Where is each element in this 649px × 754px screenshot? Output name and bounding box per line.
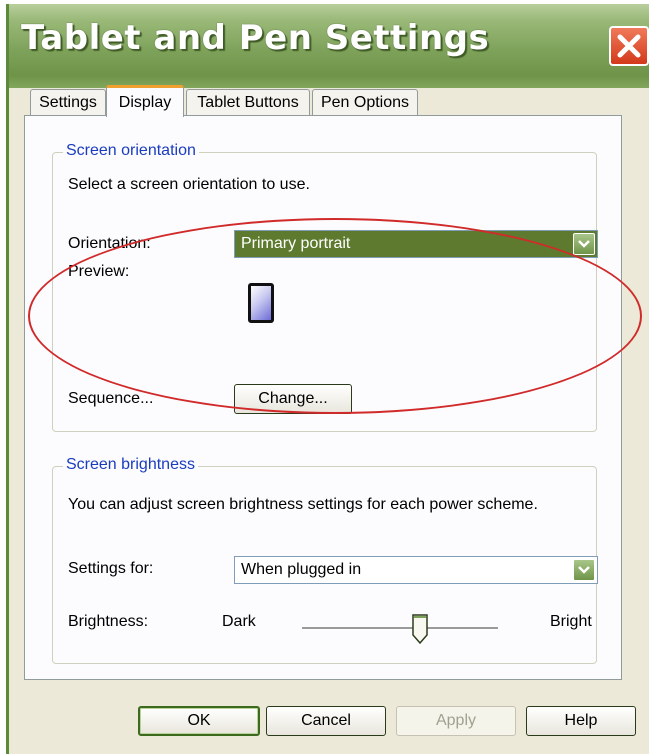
title-bar[interactable]: Tablet and Pen Settings bbox=[9, 4, 649, 88]
slider-thumb-icon bbox=[411, 614, 428, 645]
orientation-select[interactable]: Primary portrait bbox=[234, 230, 598, 258]
tab-display[interactable]: Display bbox=[106, 85, 184, 117]
brightness-description: You can adjust screen brightness setting… bbox=[68, 496, 538, 513]
tab-settings[interactable]: Settings bbox=[30, 89, 106, 115]
apply-button[interactable]: Apply bbox=[396, 706, 516, 736]
brightness-slider-track[interactable] bbox=[302, 627, 498, 630]
portrait-screen-icon bbox=[248, 283, 274, 323]
close-icon bbox=[617, 34, 641, 58]
screen-orientation-title: Screen orientation bbox=[63, 142, 199, 160]
chevron-down-icon bbox=[578, 240, 590, 248]
close-button[interactable] bbox=[609, 26, 649, 66]
screen-brightness-title: Screen brightness bbox=[63, 456, 198, 474]
sequence-label: Sequence... bbox=[68, 390, 154, 407]
orientation-label: Orientation: bbox=[68, 235, 151, 252]
orientation-select-value: Primary portrait bbox=[241, 235, 351, 252]
chevron-down-icon bbox=[578, 566, 590, 574]
power-scheme-dropdown-button[interactable] bbox=[573, 559, 595, 581]
orientation-dropdown-button[interactable] bbox=[573, 233, 595, 255]
ok-button[interactable]: OK bbox=[138, 706, 260, 736]
preview-label: Preview: bbox=[68, 263, 130, 280]
settings-for-label: Settings for: bbox=[68, 560, 154, 577]
cancel-button[interactable]: Cancel bbox=[266, 706, 386, 736]
power-scheme-select-value: When plugged in bbox=[241, 561, 362, 578]
brightness-label: Brightness: bbox=[68, 613, 149, 630]
tab-pen-options[interactable]: Pen Options bbox=[312, 89, 418, 115]
change-button[interactable]: Change... bbox=[234, 384, 352, 414]
power-scheme-select[interactable]: When plugged in bbox=[234, 556, 598, 584]
brightness-slider-thumb[interactable] bbox=[411, 613, 429, 650]
dark-label: Dark bbox=[222, 613, 256, 630]
help-button[interactable]: Help bbox=[526, 706, 636, 736]
window-title: Tablet and Pen Settings bbox=[21, 18, 490, 58]
tab-tablet-buttons[interactable]: Tablet Buttons bbox=[186, 89, 310, 115]
orientation-description: Select a screen orientation to use. bbox=[68, 176, 310, 193]
bright-label: Bright bbox=[550, 613, 592, 630]
